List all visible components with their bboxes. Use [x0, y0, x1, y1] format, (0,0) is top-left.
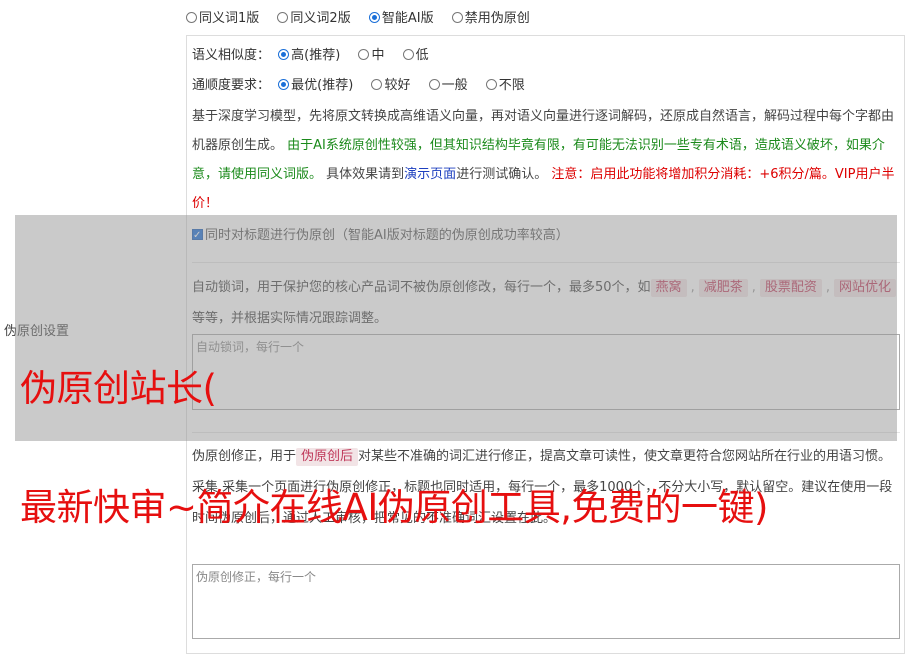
lock-words-description: 自动锁词，用于保护您的核心产品词不被伪原创修改，每行一个，最多50个，如 燕窝, 减…: [192, 272, 900, 334]
mode-radio-group: 同义词1版 同义词2版 智能AI版 禁用伪原创: [186, 9, 544, 29]
radio-icon: [277, 12, 289, 23]
similarity-label: 语义相似度：: [192, 48, 271, 63]
fluency-option-normal[interactable]: 一般: [428, 76, 468, 96]
radio-selected-icon: [278, 49, 290, 60]
description-effect-suffix: 进行测试确认。: [456, 167, 548, 182]
similarity-option-high[interactable]: 高(推荐): [278, 46, 340, 66]
mode-option-synonym2[interactable]: 同义词2版: [277, 9, 351, 29]
description-effect-prefix: 具体效果请到: [326, 167, 405, 182]
divider: [192, 432, 900, 433]
mode-option-disable[interactable]: 禁用伪原创: [451, 9, 530, 29]
pseudo-original-settings-label: 伪原创设置: [4, 324, 70, 339]
radio-icon: [428, 79, 440, 90]
example-tag: 网站优化: [834, 279, 897, 297]
ai-description: 基于深度学习模型，先将原文转换成高维语义向量，再对语义向量进行逐词解码，还原成自…: [192, 102, 900, 218]
radio-icon: [402, 49, 414, 60]
fluency-row: 通顺度要求： 最优(推荐) 较好 一般 不限: [192, 76, 539, 96]
fluency-option-good[interactable]: 较好: [371, 76, 410, 96]
title-checkbox-row[interactable]: 同时对标题进行伪原创（智能AI版对标题的伪原创成功率较高）: [192, 226, 569, 246]
fluency-option-any[interactable]: 不限: [485, 76, 525, 96]
similarity-row: 语义相似度： 高(推荐) 中 低: [192, 46, 443, 66]
example-tag: 减肥茶: [698, 279, 748, 297]
correction-textarea[interactable]: [192, 564, 900, 639]
mode-option-ai[interactable]: 智能AI版: [368, 9, 434, 29]
radio-icon: [371, 79, 383, 90]
radio-icon: [485, 79, 497, 90]
radio-icon: [186, 12, 197, 23]
lock-words-textarea[interactable]: [192, 334, 900, 410]
fluency-option-best[interactable]: 最优(推荐): [278, 76, 353, 96]
title-checkbox-label: 同时对标题进行伪原创（智能AI版对标题的伪原创成功率较高）: [205, 228, 569, 243]
demo-page-link[interactable]: 演示页面: [404, 167, 456, 182]
example-tag: 股票配资: [759, 279, 822, 297]
example-tag: 伪原创后: [296, 448, 359, 466]
correction-description: 伪原创修正，用于 伪原创后 对某些不准确的词汇进行修正，提高文章可读性，使文章更符合…: [192, 448, 893, 526]
radio-icon: [451, 12, 463, 23]
checkbox-checked-icon[interactable]: [192, 226, 203, 246]
similarity-option-low[interactable]: 低: [402, 46, 429, 66]
radio-selected-icon: [368, 12, 380, 23]
mode-option-synonym1[interactable]: 同义词1版: [186, 9, 259, 29]
radio-selected-icon: [278, 79, 290, 90]
divider: [192, 262, 900, 263]
similarity-option-medium[interactable]: 中: [358, 46, 384, 66]
radio-icon: [358, 49, 370, 60]
fluency-label: 通顺度要求：: [192, 78, 271, 93]
example-tag: 燕窝: [650, 279, 687, 297]
